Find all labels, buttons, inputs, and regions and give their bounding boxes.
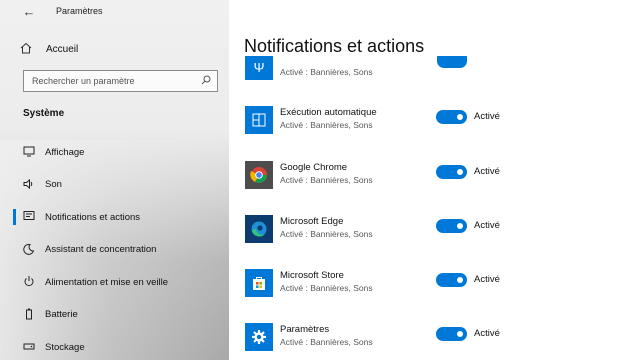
notification-toggle[interactable]	[436, 165, 467, 179]
main-panel: Notifications et actions Ψ Activé : Bann…	[229, 0, 620, 360]
partial-row-subtitle: Activé : Bannières, Sons	[280, 67, 373, 77]
toggle-knob	[457, 331, 463, 337]
notification-toggle[interactable]	[436, 273, 467, 287]
sidebar-nav: Affichage Son Notifications et actions A…	[0, 136, 229, 360]
autoplay-icon	[245, 106, 273, 134]
app-name: Microsoft Edge	[280, 216, 344, 227]
app-row-settings[interactable]: Paramètres Activé : Bannières, Sons Acti…	[229, 317, 620, 357]
power-icon	[22, 275, 36, 289]
notification-toggle[interactable]	[436, 219, 467, 233]
settings-gear-icon	[245, 323, 273, 351]
search-box[interactable]	[23, 70, 218, 92]
app-row-edge[interactable]: Microsoft Edge Activé : Bannières, Sons …	[229, 209, 620, 249]
sidebar-item-power[interactable]: Alimentation et mise en veille	[0, 266, 229, 299]
back-arrow-icon: ←	[22, 4, 36, 19]
edge-icon	[245, 215, 273, 243]
home-label: Accueil	[46, 43, 79, 55]
sidebar-item-battery[interactable]: Batterie	[0, 299, 229, 332]
app-name: Exécution automatique	[280, 107, 377, 118]
notifications-icon	[22, 210, 36, 224]
app-name: Google Chrome	[280, 162, 348, 173]
speaker-icon	[22, 178, 36, 192]
home-icon	[20, 42, 34, 57]
app-subtitle: Activé : Bannières, Sons	[280, 229, 373, 239]
app-row-chrome[interactable]: Google Chrome Activé : Bannières, Sons A…	[229, 155, 620, 195]
app-name: Microsoft Store	[280, 270, 344, 281]
window-title: Paramètres	[56, 6, 103, 16]
notification-toggle[interactable]	[436, 110, 467, 124]
section-title: Système	[23, 108, 65, 119]
toggle-knob	[457, 223, 463, 229]
toggle-label: Activé	[474, 274, 500, 285]
back-button[interactable]: ←	[18, 3, 40, 21]
page-title: Notifications et actions	[244, 36, 425, 56]
moon-icon	[22, 243, 36, 257]
toggle-knob	[457, 277, 463, 283]
sidebar-item-label: Alimentation et mise en veille	[45, 276, 169, 288]
sidebar-item-home[interactable]: Accueil	[20, 40, 220, 58]
toggle-label: Activé	[474, 220, 500, 231]
toggle-label: Activé	[474, 166, 500, 177]
store-icon	[245, 269, 273, 297]
toggle-knob	[457, 114, 463, 120]
search-input[interactable]	[32, 76, 201, 86]
app-row-store[interactable]: Microsoft Store Activé : Bannières, Sons…	[229, 263, 620, 303]
app-name: Paramètres	[280, 324, 330, 335]
search-icon[interactable]	[201, 75, 211, 88]
sidebar-item-sound[interactable]: Son	[0, 169, 229, 202]
app-subtitle: Activé : Bannières, Sons	[280, 337, 373, 347]
sidebar-item-display[interactable]: Affichage	[0, 136, 229, 169]
sidebar-item-focus-assist[interactable]: Assistant de concentration	[0, 234, 229, 267]
location-pin-icon: Ψ	[253, 60, 265, 75]
sidebar-item-label: Affichage	[45, 146, 85, 158]
app-icon-partial: Ψ	[245, 56, 273, 80]
toggle-label: Activé	[474, 328, 500, 339]
sidebar-item-notifications[interactable]: Notifications et actions	[0, 201, 229, 234]
sidebar-item-label: Assistant de concentration	[45, 244, 157, 256]
battery-icon	[22, 308, 36, 322]
title-bar: ← Paramètres	[0, 0, 229, 24]
sidebar-item-label: Notifications et actions	[45, 211, 141, 223]
storage-icon	[22, 340, 36, 354]
chrome-icon	[245, 161, 273, 189]
toggle-label: Activé	[474, 111, 500, 122]
sidebar-item-storage[interactable]: Stockage	[0, 331, 229, 360]
display-icon	[22, 145, 36, 159]
partial-row-toggle[interactable]	[437, 56, 467, 68]
app-row-autoplay[interactable]: Exécution automatique Activé : Bannières…	[229, 100, 620, 140]
app-subtitle: Activé : Bannières, Sons	[280, 283, 373, 293]
notification-toggle[interactable]	[436, 327, 467, 341]
sidebar: ← Paramètres Accueil Système Affichage S…	[0, 0, 229, 360]
toggle-knob	[457, 169, 463, 175]
app-subtitle: Activé : Bannières, Sons	[280, 175, 373, 185]
sidebar-item-label: Stockage	[45, 341, 85, 353]
sidebar-item-label: Batterie	[45, 309, 78, 321]
app-subtitle: Activé : Bannières, Sons	[280, 120, 373, 130]
sidebar-item-label: Son	[45, 179, 62, 191]
